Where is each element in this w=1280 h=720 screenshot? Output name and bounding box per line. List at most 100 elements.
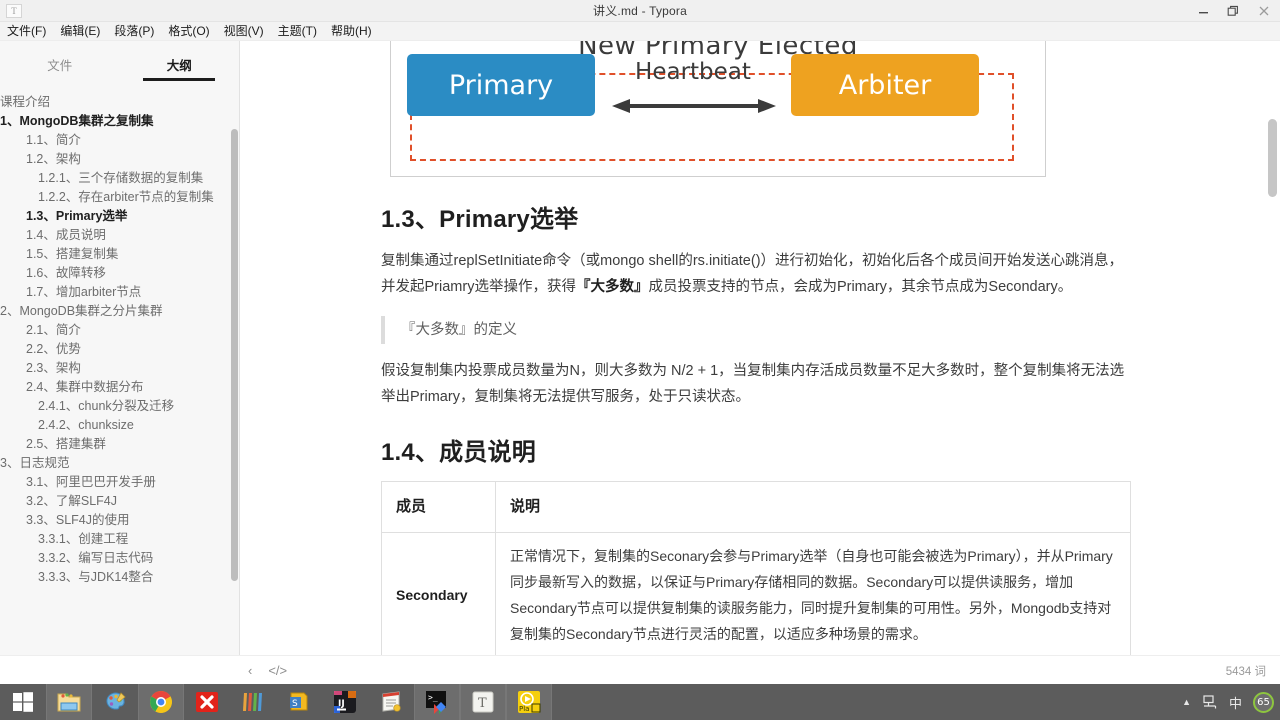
restore-icon [1227, 5, 1238, 16]
window-titlebar: T 讲义.md - Typora [0, 0, 1280, 22]
sidebar: 文件 大纲 课程介绍 1、MongoDB集群之复制集 1.1、简介 1.2、架构 1.2… [0, 41, 240, 684]
editor-scrollbar-thumb[interactable] [1268, 119, 1277, 197]
taskbar: S IJ >_ T Pla ▲ 中 65 [0, 684, 1280, 720]
outline-item[interactable]: 1.3、Primary选举 [0, 206, 240, 225]
chrome-icon [150, 691, 172, 713]
notepad-icon [382, 691, 401, 712]
outline-item[interactable]: 1.7、增加arbiter节点 [0, 282, 240, 301]
outline-item[interactable]: 2.4.2、chunksize [0, 415, 240, 434]
tray-notification-badge[interactable]: 65 [1253, 691, 1274, 713]
source-code-mode-icon[interactable]: </> [268, 663, 287, 678]
editor-pane[interactable]: New Primary Elected Primary Arbiter Hear… [241, 41, 1280, 684]
minimize-button[interactable] [1188, 0, 1218, 22]
paragraph-primary-election: 复制集通过replSetInitiate命令（或mongo shell的rs.i… [381, 248, 1131, 300]
svg-text:S: S [292, 699, 298, 709]
menubar: 文件(F) 编辑(E) 段落(P) 格式(O) 视图(V) 主题(T) 帮助(H… [0, 22, 1280, 41]
word-count[interactable]: 5434 词 [1226, 663, 1266, 679]
menu-view[interactable]: 视图(V) [217, 22, 271, 41]
figure-heartbeat-arrow-icon [612, 99, 776, 113]
editplus-icon: S [290, 692, 308, 711]
network-icon[interactable] [1202, 694, 1218, 710]
sidebar-scrollbar-thumb[interactable] [231, 129, 238, 581]
document-body: 1.3、Primary选举 复制集通过replSetInitiate命令（或mo… [381, 199, 1131, 684]
taskbar-editplus[interactable]: S [276, 684, 322, 720]
figure-replicaset-diagram: New Primary Elected Primary Arbiter Hear… [390, 41, 1046, 177]
outline-item[interactable]: 3.3.2、编写日志代码 [0, 548, 240, 567]
outline-item[interactable]: 2.4、集群中数据分布 [0, 377, 240, 396]
taskbar-xmind[interactable] [184, 684, 230, 720]
outline-item[interactable]: 3.3.1、创建工程 [0, 529, 240, 548]
outline-item[interactable]: 3.3、SLF4J的使用 [0, 510, 240, 529]
menu-paragraph[interactable]: 段落(P) [107, 22, 161, 41]
system-tray: ▲ 中 65 [1182, 684, 1274, 720]
outline-item[interactable]: 2、MongoDB集群之分片集群 [0, 301, 240, 320]
taskbar-paint[interactable] [92, 684, 138, 720]
paragraph-strong-majority: 『大多数』 [575, 279, 649, 295]
close-icon [1259, 6, 1269, 16]
figure-node-arbiter: Arbiter [791, 54, 979, 116]
menu-help[interactable]: 帮助(H) [324, 22, 379, 41]
colorful-stripes-icon [243, 693, 262, 711]
outline-list[interactable]: 课程介绍 1、MongoDB集群之复制集 1.1、简介 1.2、架构 1.2.1、三个存… [0, 87, 240, 684]
paragraph-part-b: 成员投票支持的节点，会成为Primary，其余节点成为Secondary。 [648, 279, 1073, 295]
outline-item[interactable]: 3、日志规范 [0, 453, 240, 472]
table-cell-description: 正常情况下，复制集的Seconary会参与Primary选举（自身也可能会被选为… [495, 532, 1131, 658]
outline-item[interactable]: 3.2、了解SLF4J [0, 491, 240, 510]
tray-overflow-icon[interactable]: ▲ [1182, 697, 1191, 707]
taskbar-stripes-app[interactable] [230, 684, 276, 720]
figure-heartbeat-label: Heartbeat [635, 59, 751, 85]
table-header-member: 成员 [381, 481, 496, 533]
window-controls [1188, 0, 1280, 22]
heading-1-4: 1.4、成员说明 [381, 439, 536, 466]
outline-item[interactable]: 1.6、故障转移 [0, 263, 240, 282]
menu-theme[interactable]: 主题(T) [271, 22, 324, 41]
svg-text:IJ: IJ [338, 699, 345, 709]
menu-edit[interactable]: 编辑(E) [53, 22, 107, 41]
outline-item[interactable]: 1.1、简介 [0, 130, 240, 149]
outline-item[interactable]: 3.1、阿里巴巴开发手册 [0, 472, 240, 491]
members-table: 成员 说明 Secondary 正常情况下，复制集的Seconary会参与Pri… [381, 481, 1131, 684]
tab-outline[interactable]: 大纲 [120, 55, 240, 81]
outline-item[interactable]: 2.5、搭建集群 [0, 434, 240, 453]
taskbar-typora[interactable]: T [460, 684, 506, 720]
outline-item[interactable]: 1.2.1、三个存储数据的复制集 [0, 168, 240, 187]
outline-item[interactable]: 1.4、成员说明 [0, 225, 240, 244]
table-header-description: 说明 [495, 481, 1131, 533]
windows-start-icon [13, 692, 33, 712]
windows-start-button[interactable] [0, 684, 46, 720]
taskbar-file-explorer[interactable] [46, 684, 92, 720]
intellij-idea-icon: IJ [334, 691, 356, 713]
tab-files[interactable]: 文件 [0, 55, 120, 81]
outline-item[interactable]: 课程介绍 [0, 92, 240, 111]
paragraph-majority-rule: 假设复制集内投票成员数量为N，则大多数为 N/2 + 1，当复制集内存活成员数量… [381, 363, 1125, 405]
taskbar-chrome[interactable] [138, 684, 184, 720]
figure-node-primary: Primary [407, 54, 595, 116]
outline-item[interactable]: 2.3、架构 [0, 358, 240, 377]
taskbar-notepad[interactable] [368, 684, 414, 720]
close-button[interactable] [1248, 0, 1280, 22]
menu-file[interactable]: 文件(F) [0, 22, 53, 41]
blockquote-majority-definition: 『大多数』的定义 [381, 316, 1131, 344]
outline-item[interactable]: 2.2、优势 [0, 339, 240, 358]
statusbar-right: 5434 词 [1226, 656, 1266, 685]
outline-item[interactable]: 3.3.3、与JDK14整合 [0, 567, 240, 586]
outline-item[interactable]: 1.5、搭建复制集 [0, 244, 240, 263]
minimize-icon [1198, 11, 1208, 13]
table-cell-member: Secondary [381, 532, 496, 658]
svg-text:Pla: Pla [519, 705, 529, 713]
taskbar-player[interactable]: Pla [506, 684, 552, 720]
player-icon: Pla [518, 691, 541, 713]
heading-1-3: 1.3、Primary选举 [381, 206, 579, 233]
outline-item[interactable]: 1.2.2、存在arbiter节点的复制集 [0, 187, 240, 206]
menu-format[interactable]: 格式(O) [161, 22, 216, 41]
outline-item[interactable]: 2.4.1、chunk分裂及迁移 [0, 396, 240, 415]
taskbar-intellij-idea[interactable]: IJ [322, 684, 368, 720]
maximize-button[interactable] [1218, 0, 1248, 22]
taskbar-terminal[interactable]: >_ [414, 684, 460, 720]
outline-item[interactable]: 2.1、简介 [0, 320, 240, 339]
ime-indicator[interactable]: 中 [1229, 693, 1242, 712]
outline-item[interactable]: 1.2、架构 [0, 149, 240, 168]
workspace: 文件 大纲 课程介绍 1、MongoDB集群之复制集 1.1、简介 1.2、架构 1.2… [0, 41, 1280, 684]
outline-item[interactable]: 1、MongoDB集群之复制集 [0, 111, 240, 130]
sidebar-collapse-icon[interactable]: ‹ [248, 663, 252, 678]
